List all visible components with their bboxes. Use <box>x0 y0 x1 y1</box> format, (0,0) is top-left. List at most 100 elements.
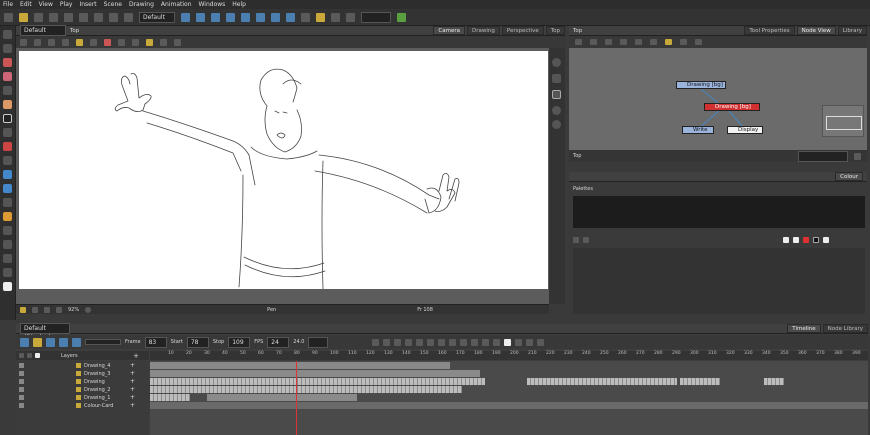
key-icon-16[interactable] <box>537 338 545 346</box>
key-icon-2[interactable] <box>383 338 391 346</box>
node-icon-1[interactable] <box>575 39 582 45</box>
key-icon-4[interactable] <box>405 338 413 346</box>
ik-icon[interactable] <box>271 12 280 22</box>
transform-icon[interactable] <box>181 12 190 22</box>
node-view-canvas[interactable]: Drawing [bg] Drawing [bg] Write Display <box>569 48 867 150</box>
node-drawing[interactable]: Drawing [bg] <box>676 81 726 89</box>
scale-icon[interactable] <box>211 12 220 22</box>
save-as-icon[interactable] <box>49 12 58 22</box>
ellipse-icon[interactable] <box>3 184 12 193</box>
swatch-white-3[interactable] <box>823 237 829 243</box>
camera-mask-icon[interactable] <box>56 306 62 313</box>
pencil-line-icon[interactable] <box>118 38 125 46</box>
brush-icon[interactable] <box>3 72 12 81</box>
layer-row[interactable]: Drawing_4 + <box>16 362 149 370</box>
layer-visibility-icon[interactable] <box>19 403 24 408</box>
menu-windows[interactable]: Windows <box>199 0 226 9</box>
node-write[interactable]: Write <box>682 126 714 134</box>
loop-icon[interactable] <box>46 337 55 347</box>
layers-icon[interactable] <box>346 12 355 22</box>
paint-icon[interactable] <box>3 142 12 151</box>
contour-editor-icon[interactable] <box>3 44 12 53</box>
sphere-icon[interactable] <box>552 106 561 115</box>
frame-ruler[interactable]: 10 20 30 40 50 60 70 80 90 100 110 120 130 140 150 160 1… <box>150 351 868 360</box>
key-icon-14[interactable] <box>515 338 523 346</box>
colour-list[interactable] <box>573 248 865 314</box>
skew-icon[interactable] <box>226 12 235 22</box>
layer-add-icon[interactable]: + <box>130 386 135 394</box>
key-icon-12[interactable] <box>493 338 501 346</box>
key-icon-7[interactable] <box>438 338 446 346</box>
layer-visibility-icon[interactable] <box>19 395 24 400</box>
hand-icon[interactable] <box>3 240 12 249</box>
fps-dropdown[interactable] <box>308 336 329 348</box>
new-scene-icon[interactable] <box>4 12 13 22</box>
menu-help[interactable]: Help <box>232 0 246 9</box>
fps-field[interactable]: 24 <box>267 336 290 348</box>
node-drawing-selected[interactable]: Drawing [bg] <box>704 103 760 111</box>
play-icon[interactable] <box>20 337 29 347</box>
display-dropdown[interactable]: Default (Display) <box>20 25 66 43</box>
swatch-white-1[interactable] <box>783 237 789 243</box>
menu-animation[interactable]: Animation <box>161 0 192 9</box>
select-tool-icon[interactable] <box>3 30 12 39</box>
track-drawing-2[interactable] <box>150 386 462 393</box>
swatch-white-2[interactable] <box>793 237 799 243</box>
menu-drawing[interactable]: Drawing <box>129 0 154 9</box>
bone-icon[interactable] <box>256 12 265 22</box>
onion-skin-icon[interactable] <box>316 12 325 22</box>
menu-play[interactable]: Play <box>60 0 73 9</box>
tab-colour[interactable]: Colour <box>835 172 863 181</box>
key-icon-8[interactable] <box>449 338 457 346</box>
swatch-red[interactable] <box>803 237 809 243</box>
redo-icon[interactable] <box>94 12 103 22</box>
morph-icon[interactable] <box>286 12 295 22</box>
node-icon-8[interactable] <box>680 39 687 45</box>
grid-toggle-icon[interactable] <box>32 306 38 313</box>
tab-node-tool-properties[interactable]: Tool Properties <box>744 26 795 35</box>
list-mode-icon[interactable] <box>583 237 589 243</box>
track-drawing-d[interactable] <box>764 378 784 385</box>
marquee-icon[interactable] <box>90 38 97 46</box>
menu-file[interactable]: File <box>3 0 13 9</box>
layer-add-icon[interactable]: + <box>130 394 135 402</box>
menu-scene[interactable]: Scene <box>104 0 122 9</box>
node-icon-3[interactable] <box>605 39 612 45</box>
menu-edit[interactable]: Edit <box>20 0 32 9</box>
timeline-display-dropdown[interactable]: Default (Display) <box>20 323 70 341</box>
stroke-icon[interactable] <box>3 128 12 137</box>
node-icon-6[interactable] <box>650 39 657 45</box>
swatch-mode-icon[interactable] <box>573 237 579 243</box>
layer-add-icon[interactable]: + <box>130 370 135 378</box>
layer-row[interactable]: Drawing + <box>16 378 149 386</box>
timeline-tracks[interactable] <box>150 361 868 435</box>
tab-node-node-view[interactable]: Node View <box>796 26 836 35</box>
tab-camera-camera[interactable]: Camera <box>433 26 465 35</box>
layer-add-icon[interactable]: + <box>130 378 135 386</box>
node-icon-7[interactable] <box>665 39 672 45</box>
cutter-icon[interactable] <box>3 58 12 67</box>
light-table-icon[interactable] <box>331 12 340 22</box>
node-icon-5[interactable] <box>635 39 642 45</box>
node-footer-btn[interactable] <box>854 152 861 160</box>
reset-view-icon[interactable] <box>20 38 27 46</box>
light-icon[interactable] <box>20 306 26 313</box>
track-drawing-4[interactable] <box>150 362 450 369</box>
pencil-icon[interactable] <box>3 114 12 123</box>
globe-icon[interactable] <box>552 58 561 67</box>
key-icon-9[interactable] <box>460 338 468 346</box>
nudge-icon[interactable] <box>146 38 153 46</box>
layer-row[interactable]: Colour-Card + <box>16 402 149 410</box>
stop-field[interactable]: 109 <box>228 336 251 348</box>
node-icon-9[interactable] <box>695 39 702 45</box>
layer-lock-icon[interactable] <box>27 353 32 358</box>
morph-tool-icon[interactable] <box>3 254 12 263</box>
key-icon-6[interactable] <box>427 338 435 346</box>
node-icon-2[interactable] <box>590 39 597 45</box>
add-layer-icon[interactable]: + <box>133 352 139 360</box>
undo-icon[interactable] <box>79 12 88 22</box>
menu-view[interactable]: View <box>39 0 53 9</box>
flip-icon[interactable] <box>124 12 133 22</box>
tab-node-library[interactable]: Library <box>837 26 867 35</box>
track-drawing[interactable] <box>150 378 485 385</box>
